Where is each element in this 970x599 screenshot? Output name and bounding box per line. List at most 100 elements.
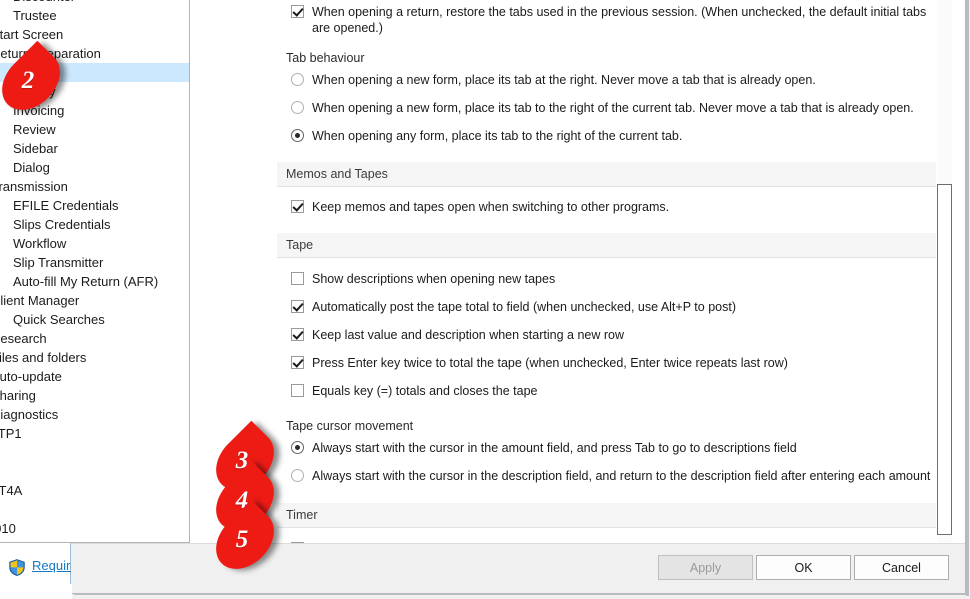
sidebar-item-label: Start Screen xyxy=(0,25,63,44)
restore-tabs-label: When opening a return, restore the tabs … xyxy=(304,4,927,36)
auto-post-total-label: Automatically post the tape total to fie… xyxy=(304,299,736,315)
keep-memos-option[interactable]: Keep memos and tapes open when switching… xyxy=(277,199,936,220)
sidebar-item-files-and-folders[interactable]: Files and folders xyxy=(0,348,189,367)
content-scrollbar-thumb[interactable] xyxy=(937,184,952,535)
ok-button[interactable]: OK xyxy=(756,555,851,580)
window-bottom-left-margin xyxy=(0,584,72,599)
callout-number-2: 2 xyxy=(0,57,64,105)
tab-behaviour-label-2: When opening a new form, place its tab t… xyxy=(304,100,914,116)
show-descriptions-checkbox[interactable] xyxy=(291,272,304,285)
sidebar-item-t3[interactable]: T3 xyxy=(0,462,189,481)
sidebar-item-sharing[interactable]: Sharing xyxy=(0,386,189,405)
sidebar-item-t2[interactable]: T2 xyxy=(0,443,189,462)
sidebar-item-dialog[interactable]: Dialog xyxy=(0,158,189,177)
sidebar-item-label: Sharing xyxy=(0,386,36,405)
sidebar-item-transmission[interactable]: Transmission xyxy=(0,177,189,196)
cursor-description-field-option[interactable]: Always start with the cursor in the desc… xyxy=(277,468,936,489)
sidebar-item-efile-credentials[interactable]: EFILE Credentials xyxy=(0,196,189,215)
cursor-amount-field-option[interactable]: Always start with the cursor in the amou… xyxy=(277,440,936,461)
apply-button[interactable]: Apply xyxy=(658,555,753,580)
sidebar-item-auto-update[interactable]: Auto-update xyxy=(0,367,189,386)
sidebar-item-label: Sidebar xyxy=(13,139,58,158)
callout-number-5: 5 xyxy=(212,516,278,564)
restore-tabs-option[interactable]: When opening a return, restore the tabs … xyxy=(277,4,936,36)
sidebar-item-label: Auto-update xyxy=(0,367,62,386)
tab-behaviour-label-1: When opening a new form, place its tab a… xyxy=(304,72,816,88)
tab-behaviour-radio-2[interactable] xyxy=(291,101,304,114)
sidebar-item-label: Review xyxy=(13,120,56,139)
sidebar-item-label: T3010 xyxy=(0,519,16,538)
keep-memos-label: Keep memos and tapes open when switching… xyxy=(304,199,669,215)
sidebar-item-t5[interactable]: T5 xyxy=(0,500,189,519)
sidebar-item-label: T4-T4A xyxy=(0,481,22,500)
sidebar-item-label: Workflow xyxy=(13,234,66,253)
enter-twice-label: Press Enter key twice to total the tape … xyxy=(304,355,788,371)
cursor-amount-field-label: Always start with the cursor in the amou… xyxy=(304,440,797,456)
screen: DiscounterTrusteeStart ScreenReturn Prep… xyxy=(0,0,970,599)
sidebar-item-t1-tp1[interactable]: T1/TP1 xyxy=(0,424,189,443)
memos-and-tapes-section-header: Memos and Tapes xyxy=(277,162,936,187)
sidebar-item-label: Files and folders xyxy=(0,348,86,367)
sidebar-item-client-manager[interactable]: Client Manager xyxy=(0,291,189,310)
keep-last-value-label: Keep last value and description when sta… xyxy=(304,327,624,343)
enter-twice-checkbox[interactable] xyxy=(291,356,304,369)
keep-last-value-checkbox[interactable] xyxy=(291,328,304,341)
sidebar-item-label: Slip Transmitter xyxy=(13,253,103,272)
tab-behaviour-option-3[interactable]: When opening any form, place its tab to … xyxy=(277,128,936,149)
sidebar-item-trustee[interactable]: Trustee xyxy=(0,6,189,25)
cancel-button[interactable]: Cancel xyxy=(854,555,949,580)
auto-post-total-option[interactable]: Automatically post the tape total to fie… xyxy=(277,299,936,320)
enter-twice-option[interactable]: Press Enter key twice to total the tape … xyxy=(277,355,936,376)
sidebar-item-slips-credentials[interactable]: Slips Credentials xyxy=(0,215,189,234)
shield-icon xyxy=(9,559,25,576)
restore-tabs-checkbox[interactable] xyxy=(291,5,304,18)
keep-last-value-option[interactable]: Keep last value and description when sta… xyxy=(277,327,936,348)
tab-behaviour-option-2[interactable]: When opening a new form, place its tab t… xyxy=(277,100,936,121)
sidebar-item-slip-transmitter[interactable]: Slip Transmitter xyxy=(0,253,189,272)
callout-marker-2: 2 xyxy=(0,57,64,105)
sidebar-item-label: Trustee xyxy=(13,6,57,25)
tab-behaviour-radio-3[interactable] xyxy=(291,129,304,142)
sidebar-item-label: Quick Searches xyxy=(13,310,105,329)
tab-behaviour-label-3: When opening any form, place its tab to … xyxy=(304,128,682,144)
timer-section-header: Timer xyxy=(277,503,936,528)
sidebar-item-label: T5013 xyxy=(0,538,16,543)
sidebar-item-review[interactable]: Review xyxy=(0,120,189,139)
sidebar-item-research[interactable]: Research xyxy=(0,329,189,348)
sidebar-item-quick-searches[interactable]: Quick Searches xyxy=(0,310,189,329)
sidebar-item-label: Transmission xyxy=(0,177,68,196)
sidebar-item-start-screen[interactable]: Start Screen xyxy=(0,25,189,44)
keep-memos-checkbox[interactable] xyxy=(291,200,304,213)
sidebar-item-label: Auto-fill My Return (AFR) xyxy=(13,272,158,291)
tab-behaviour-radio-1[interactable] xyxy=(291,73,304,86)
show-descriptions-option[interactable]: Show descriptions when opening new tapes xyxy=(277,271,936,292)
tape-cursor-movement-group-label: Tape cursor movement xyxy=(277,415,936,437)
cursor-description-field-radio[interactable] xyxy=(291,469,304,482)
sidebar-item-label: T1/TP1 xyxy=(0,424,22,443)
tab-behaviour-group-label: Tab behaviour xyxy=(277,47,936,69)
equals-key-label: Equals key (=) totals and closes the tap… xyxy=(304,383,537,399)
sidebar-item-auto-fill-my-return-afr[interactable]: Auto-fill My Return (AFR) xyxy=(0,272,189,291)
sidebar-item-label: Diagnostics xyxy=(0,405,58,424)
show-descriptions-label: Show descriptions when opening new tapes xyxy=(304,271,555,287)
callout-marker-5: 5 xyxy=(212,516,278,564)
tape-section-header: Tape xyxy=(277,233,936,258)
dialog-footer: Apply OK Cancel xyxy=(71,543,965,593)
sidebar-item-label: Research xyxy=(0,329,47,348)
sidebar-item-t4-t4a[interactable]: T4-T4A xyxy=(0,481,189,500)
sidebar-item-sidebar[interactable]: Sidebar xyxy=(0,139,189,158)
tab-behaviour-option-1[interactable]: When opening a new form, place its tab a… xyxy=(277,72,936,93)
equals-key-checkbox[interactable] xyxy=(291,384,304,397)
sidebar-item-label: EFILE Credentials xyxy=(13,196,119,215)
sidebar-item-t3010[interactable]: T3010 xyxy=(0,519,189,538)
sidebar-item-diagnostics[interactable]: Diagnostics xyxy=(0,405,189,424)
equals-key-option[interactable]: Equals key (=) totals and closes the tap… xyxy=(277,383,936,404)
cursor-amount-field-radio[interactable] xyxy=(291,441,304,454)
sidebar-item-label: Dialog xyxy=(13,158,50,177)
sidebar-item-workflow[interactable]: Workflow xyxy=(0,234,189,253)
cursor-description-field-label: Always start with the cursor in the desc… xyxy=(304,468,930,484)
auto-post-total-checkbox[interactable] xyxy=(291,300,304,313)
sidebar-item-label: Slips Credentials xyxy=(13,215,111,234)
window-shadow-right xyxy=(966,0,969,596)
options-content-pane: When opening a return, restore the tabs … xyxy=(277,0,936,543)
